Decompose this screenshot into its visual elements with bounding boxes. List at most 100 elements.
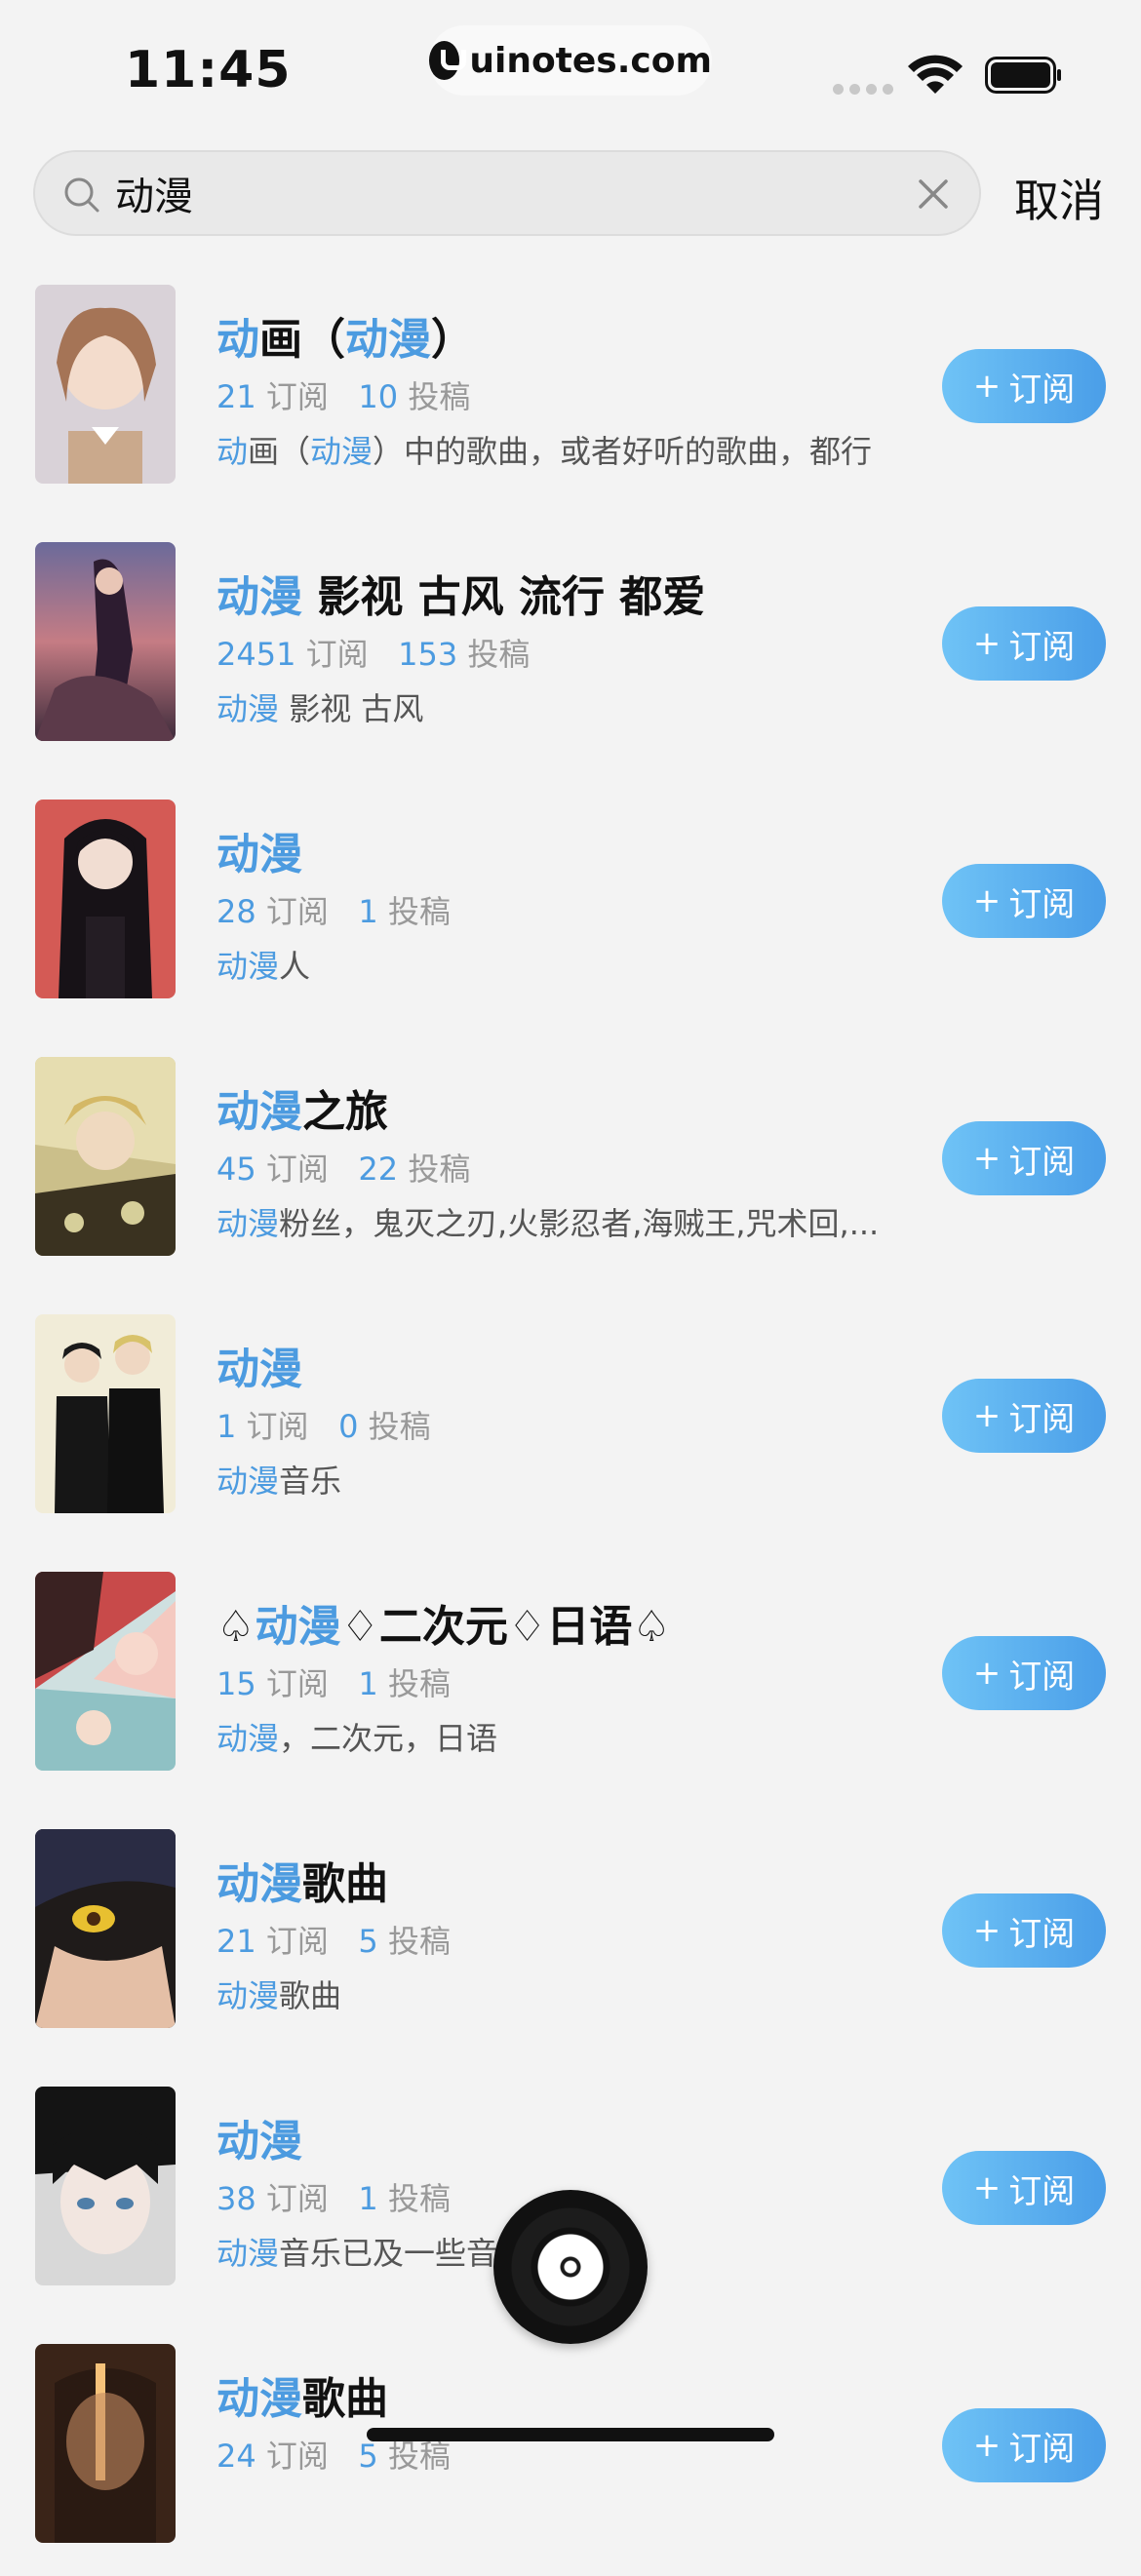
title-text: 之旅 [302,1087,388,1137]
post-label: 投稿 [377,1665,451,1702]
list-item[interactable]: 动漫歌曲 21 订阅 5 投稿 动漫歌曲 + 订阅 [0,1804,1141,2061]
item-title: 动漫 [216,1334,302,1396]
title-highlight: 动 [216,315,259,365]
title-highlight: 动漫 [216,1087,302,1137]
title-highlight: 动漫 [216,1345,302,1394]
item-meta: 21 订阅 5 投稿 [216,1917,451,1962]
title-text: 画（ [259,315,345,365]
subscriber-count: 28 [216,893,256,930]
desc-text: 画（ [248,433,311,470]
desc-highlight: 动漫 [216,948,280,985]
url-pill[interactable]: uinotes.com [429,25,712,96]
subscriber-count: 15 [216,1665,256,1702]
subscribe-button[interactable]: + 订阅 [942,2408,1106,2482]
plus-icon: + [972,624,1002,663]
subscribe-button[interactable]: + 订阅 [942,1379,1106,1453]
list-item[interactable]: 动漫 1 订阅 0 投稿 动漫音乐 + 订阅 [0,1289,1141,1546]
subscriber-count: 2451 [216,636,296,673]
item-title: 动漫 影视 古风 流行 都爱 [216,562,705,624]
search-box[interactable] [33,150,981,236]
desc-text: 音乐 [279,1463,342,1500]
subscriber-label: 订阅 [256,1665,359,1702]
cover-image [35,2087,176,2285]
list-item[interactable]: 动漫之旅 45 订阅 22 投稿 动漫粉丝，鬼灭之刃,火影忍者,海贼王,咒术回,… [0,1032,1141,1289]
cancel-button[interactable]: 取消 [1014,166,1104,230]
subscribe-button[interactable]: + 订阅 [942,1636,1106,1710]
desc-highlight: 动漫 [216,690,280,727]
plus-icon: + [972,1654,1002,1693]
post-count: 1 [358,893,378,930]
post-label: 投稿 [398,378,471,415]
subscriber-label: 订阅 [256,1923,359,1960]
subscribe-label: 订阅 [1008,2429,1076,2469]
title-highlight: 动漫 [216,2117,302,2166]
title-highlight: 动漫 [345,315,431,365]
item-description: 动漫 影视 古风 [216,684,899,729]
subscriber-count: 21 [216,1923,256,1960]
site-logo-icon [429,41,467,80]
post-label: 投稿 [457,636,531,673]
item-description: 动漫粉丝，鬼灭之刃,火影忍者,海贼王,咒术回,... [216,1199,899,1244]
home-indicator[interactable] [367,2428,774,2441]
post-label: 投稿 [377,2180,451,2217]
subscribe-button[interactable]: + 订阅 [942,349,1106,423]
cover-image [35,800,176,998]
subscribe-label: 订阅 [1008,1399,1076,1439]
list-item[interactable]: 动漫 影视 古风 流行 都爱 2451 订阅 153 投稿 动漫 影视 古风 +… [0,517,1141,774]
desc-text: ，二次元，日语 [279,1720,498,1757]
subscriber-label: 订阅 [256,378,359,415]
subscribe-button[interactable]: + 订阅 [942,864,1106,938]
subscriber-count: 38 [216,2180,256,2217]
status-time: 11:45 [125,41,292,99]
plus-icon: + [972,1396,1002,1435]
clear-icon[interactable] [917,177,950,211]
post-count: 10 [358,378,399,415]
subscribe-button[interactable]: + 订阅 [942,1121,1106,1195]
subscriber-count: 45 [216,1151,256,1188]
subscribe-button[interactable]: + 订阅 [942,2151,1106,2225]
search-icon [64,177,99,213]
plus-icon: + [972,2426,1002,2465]
subscribe-label: 订阅 [1008,884,1076,924]
url-text: uinotes.com [469,40,712,81]
item-description: 动画（动漫）中的歌曲，或者好听的歌曲，都行 [216,427,899,472]
item-meta: 2451 订阅 153 投稿 [216,630,530,675]
title-text: ） [431,315,474,365]
post-label: 投稿 [377,2438,451,2475]
item-title: 动漫 [216,819,302,881]
search-input[interactable] [115,166,895,220]
subscribe-label: 订阅 [1008,627,1076,667]
item-title: ♤动漫♢二次元♢日语♤ [216,1591,671,1654]
list-item[interactable]: 动漫歌曲 24 订阅 5 投稿 + 订阅 [0,2319,1141,2576]
post-count: 153 [398,636,458,673]
cover-image [35,285,176,484]
vinyl-record-icon[interactable] [493,2190,648,2344]
post-label: 投稿 [358,1408,431,1445]
battery-icon [985,57,1061,94]
plus-icon: + [972,2168,1002,2207]
post-count: 1 [358,2180,378,2217]
subscribe-label: 订阅 [1008,370,1076,410]
cover-image [35,1057,176,1256]
list-item[interactable]: ♤动漫♢二次元♢日语♤ 15 订阅 1 投稿 动漫，二次元，日语 + 订阅 [0,1546,1141,1804]
subscribe-label: 订阅 [1008,1142,1076,1182]
post-label: 投稿 [377,1923,451,1960]
list-item[interactable]: 动画（动漫） 21 订阅 10 投稿 动画（动漫）中的歌曲，或者好听的歌曲，都行… [0,259,1141,517]
item-meta: 38 订阅 1 投稿 [216,2174,451,2219]
subscribe-label: 订阅 [1008,1914,1076,1954]
plus-icon: + [972,881,1002,920]
desc-highlight: 动漫 [216,1205,280,1242]
cover-image [35,542,176,741]
title-text: 歌曲 [302,2374,388,2424]
post-count: 5 [358,1923,378,1960]
subscribe-button[interactable]: + 订阅 [942,606,1106,681]
list-item[interactable]: 动漫 28 订阅 1 投稿 动漫人 + 订阅 [0,774,1141,1032]
subscriber-label: 订阅 [256,2180,359,2217]
title-highlight: 动漫 [216,572,302,622]
item-title: 动漫歌曲 [216,1849,388,1911]
subscribe-button[interactable]: + 订阅 [942,1893,1106,1968]
item-description: 动漫，二次元，日语 [216,1714,899,1759]
item-description: 动漫音乐 [216,1457,899,1502]
post-count: 1 [358,1665,378,1702]
subscriber-label: 订阅 [256,893,359,930]
